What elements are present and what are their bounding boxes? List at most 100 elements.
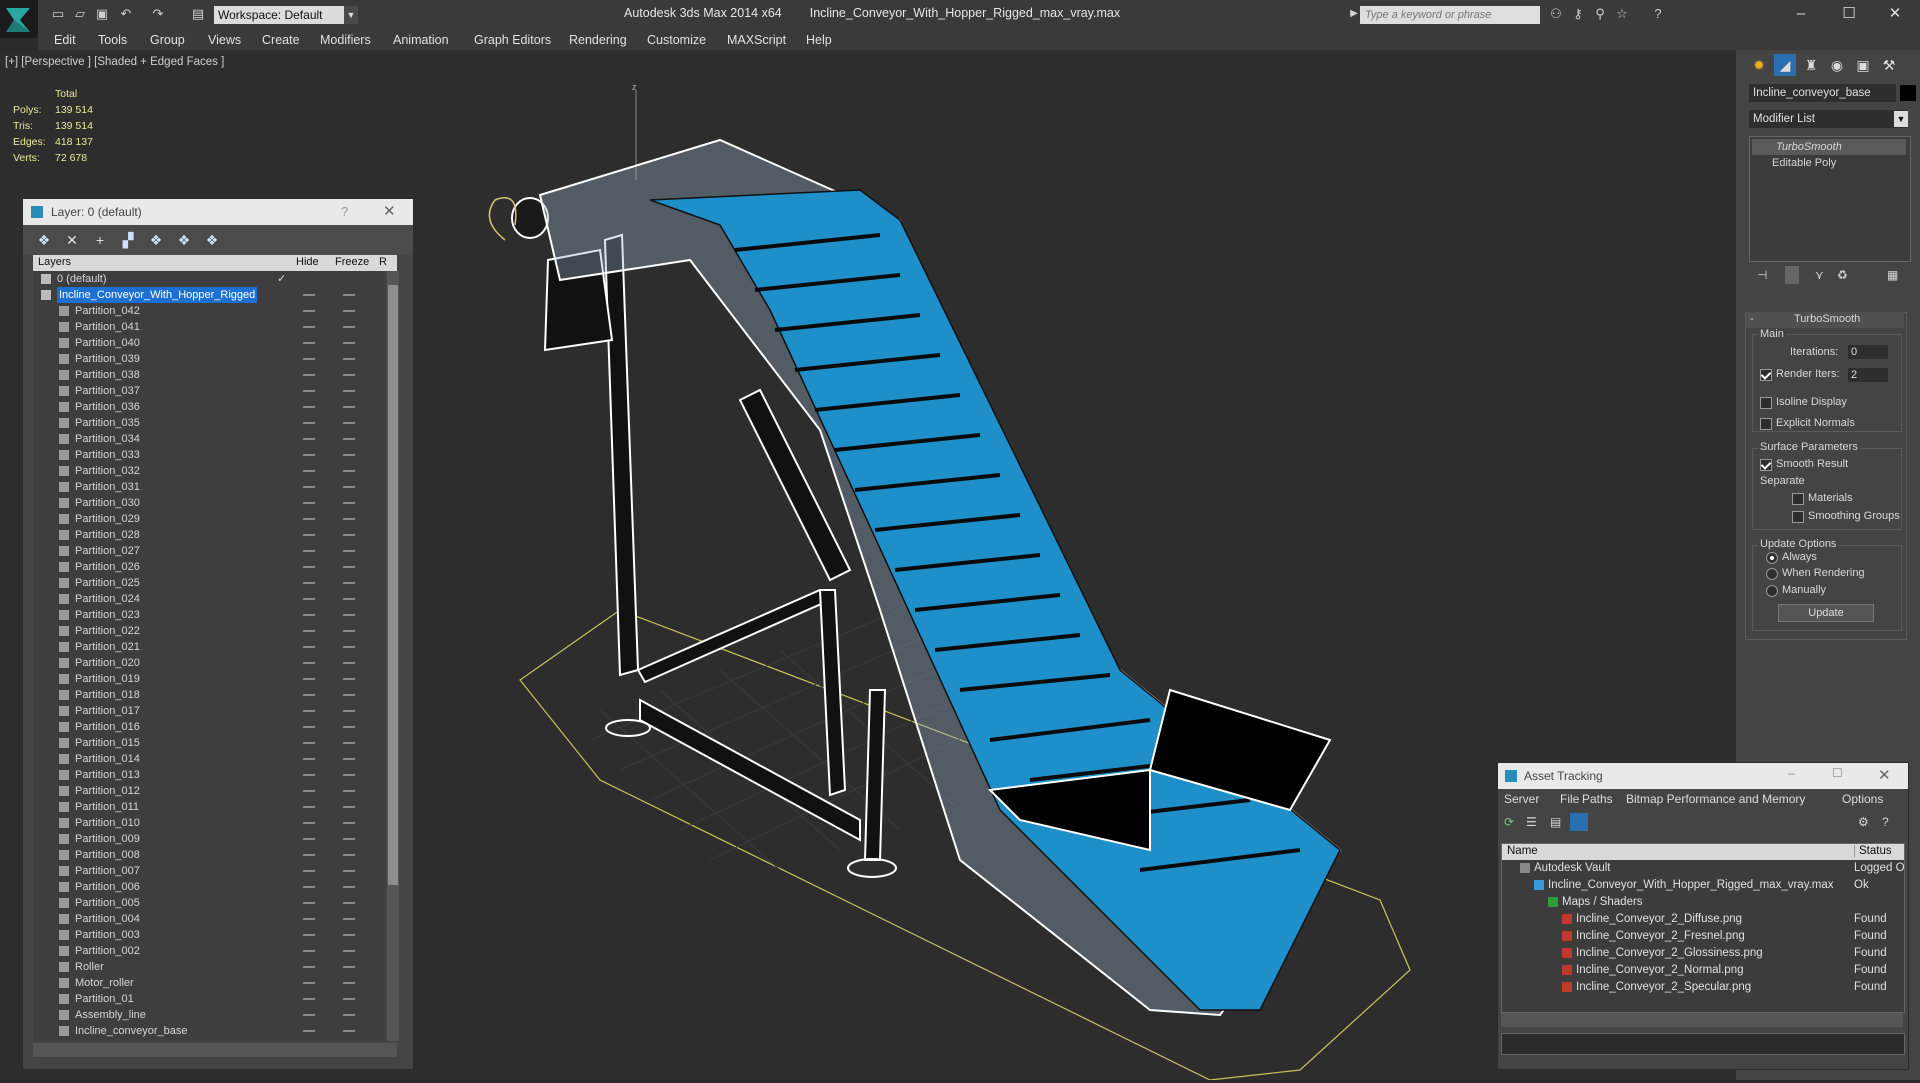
freeze-toggle[interactable] <box>343 486 355 488</box>
object-row[interactable]: Partition_033 <box>33 447 385 463</box>
object-row[interactable]: Partition_024 <box>33 591 385 607</box>
configure-sets-icon[interactable]: ▦ <box>1887 268 1898 282</box>
object-row[interactable]: Partition_031 <box>33 479 385 495</box>
help-icon[interactable]: ? <box>1882 815 1889 829</box>
freeze-toggle[interactable] <box>343 454 355 456</box>
render-iters-spinner[interactable]: 2 <box>1848 368 1888 382</box>
hide-toggle[interactable] <box>303 614 315 616</box>
modifier-stack[interactable]: TurboSmooth Editable Poly <box>1749 136 1911 262</box>
help-icon[interactable]: ? <box>341 204 348 219</box>
hide-toggle[interactable] <box>303 630 315 632</box>
iterations-spinner[interactable]: 0 <box>1848 345 1888 359</box>
redo-icon[interactable]: ↷ <box>150 7 166 21</box>
freeze-toggle[interactable] <box>343 390 355 392</box>
object-row[interactable]: Incline_conveyor_base <box>33 1023 385 1039</box>
asset-menu-bitmap[interactable]: Bitmap Performance and Memory <box>1626 792 1805 806</box>
object-row[interactable]: Partition_005 <box>33 895 385 911</box>
vault-login-icon[interactable]: ⚙ <box>1858 815 1869 829</box>
make-unique-icon[interactable]: ⋎ <box>1815 268 1824 282</box>
hide-toggle[interactable] <box>303 1030 315 1032</box>
hide-toggle[interactable] <box>303 310 315 312</box>
asset-row[interactable]: Incline_Conveyor_2_Specular.png Found <box>1502 979 1904 996</box>
freeze-toggle[interactable] <box>343 614 355 616</box>
freeze-toggle[interactable] <box>343 678 355 680</box>
hide-toggle[interactable] <box>303 950 315 952</box>
explicit-normals-checkbox[interactable] <box>1760 418 1772 430</box>
render-iters-checkbox[interactable] <box>1760 369 1772 381</box>
freeze-toggle[interactable] <box>343 934 355 936</box>
object-name-field[interactable]: Incline_conveyor_base <box>1749 84 1896 102</box>
freeze-toggle[interactable] <box>343 982 355 984</box>
freeze-toggle[interactable] <box>343 790 355 792</box>
hide-toggle[interactable] <box>303 966 315 968</box>
maximize-icon[interactable]: ☐ <box>1832 766 1843 780</box>
delete-layer-icon[interactable]: ✕ <box>63 231 81 249</box>
chevron-down-icon[interactable]: ▼ <box>344 6 358 24</box>
hide-toggle[interactable] <box>303 918 315 920</box>
object-row[interactable]: Partition_022 <box>33 623 385 639</box>
hide-toggle[interactable] <box>303 406 315 408</box>
freeze-toggle[interactable] <box>343 774 355 776</box>
hide-toggle[interactable] <box>303 646 315 648</box>
highlight-layer-icon[interactable]: ❖ <box>147 231 165 249</box>
object-color-swatch[interactable] <box>1900 85 1916 101</box>
modifier-list-dropdown[interactable]: Modifier List <box>1749 110 1907 128</box>
object-row[interactable]: Partition_026 <box>33 559 385 575</box>
object-row[interactable]: Partition_011 <box>33 799 385 815</box>
project-folder-icon[interactable]: ▤ <box>190 7 206 21</box>
menu-graph-editors[interactable]: Graph Editors <box>474 33 551 47</box>
hide-toggle[interactable] <box>303 486 315 488</box>
object-row[interactable]: Partition_006 <box>33 879 385 895</box>
manually-radio[interactable] <box>1766 585 1778 597</box>
freeze-toggle[interactable] <box>343 726 355 728</box>
col-hide[interactable]: Hide <box>296 256 319 268</box>
hide-toggle[interactable] <box>303 822 315 824</box>
asset-row[interactable]: Incline_Conveyor_2_Glossiness.png Found <box>1502 945 1904 962</box>
asset-menu-options[interactable]: Options <box>1842 792 1883 806</box>
object-row[interactable]: Partition_010 <box>33 815 385 831</box>
asset-row[interactable]: Incline_Conveyor_With_Hopper_Rigged_max_… <box>1502 877 1904 894</box>
chevron-down-icon[interactable]: ▼ <box>1894 111 1908 127</box>
object-row[interactable]: Partition_016 <box>33 719 385 735</box>
freeze-toggle[interactable] <box>343 294 355 296</box>
freeze-toggle[interactable] <box>343 518 355 520</box>
stack-item-editable-poly[interactable]: Editable Poly <box>1752 155 1906 171</box>
stack-item-turbosmooth[interactable]: TurboSmooth <box>1752 139 1906 155</box>
hide-toggle[interactable] <box>303 422 315 424</box>
star-icon[interactable]: ☆ <box>1614 7 1630 21</box>
hide-toggle[interactable] <box>303 470 315 472</box>
object-row[interactable]: Partition_035 <box>33 415 385 431</box>
object-row[interactable]: Partition_040 <box>33 335 385 351</box>
key-icon[interactable]: ⚷ <box>1570 7 1586 21</box>
hide-toggle[interactable] <box>303 886 315 888</box>
asset-row[interactable]: Incline_Conveyor_2_Normal.png Found <box>1502 962 1904 979</box>
menu-create[interactable]: Create <box>262 33 300 47</box>
app-logo-icon[interactable] <box>0 0 38 38</box>
freeze-toggle[interactable] <box>343 998 355 1000</box>
object-row[interactable]: Partition_009 <box>33 831 385 847</box>
freeze-toggle[interactable] <box>343 1014 355 1016</box>
help-icon[interactable]: ? <box>1650 7 1666 21</box>
table-view-icon[interactable]: ▤ <box>1550 815 1561 829</box>
freeze-toggle[interactable] <box>343 422 355 424</box>
hide-toggle[interactable] <box>303 502 315 504</box>
select-objects-icon[interactable]: ▞ <box>119 231 137 249</box>
create-layer-icon[interactable]: ❖ <box>35 231 53 249</box>
menu-help[interactable]: Help <box>806 33 832 47</box>
close-icon[interactable]: ✕ <box>1878 766 1891 784</box>
object-row[interactable]: Partition_025 <box>33 575 385 591</box>
menu-maxscript[interactable]: MAXScript <box>727 33 786 47</box>
freeze-toggle[interactable] <box>343 742 355 744</box>
subscription-icon[interactable]: ⚲ <box>1592 7 1608 21</box>
hide-toggle[interactable] <box>303 1014 315 1016</box>
object-row[interactable]: Partition_017 <box>33 703 385 719</box>
new-file-icon[interactable]: ▭ <box>50 7 66 21</box>
display-tab-icon[interactable]: ▣ <box>1852 54 1874 76</box>
close-icon[interactable]: ✕ <box>1880 4 1910 24</box>
minimize-icon[interactable]: – <box>1788 766 1795 780</box>
layer-row[interactable]: 0 (default) ✓ <box>33 271 385 287</box>
object-row[interactable]: Partition_004 <box>33 911 385 927</box>
freeze-toggle[interactable] <box>343 534 355 536</box>
object-row[interactable]: Partition_012 <box>33 783 385 799</box>
freeze-toggle[interactable] <box>343 966 355 968</box>
